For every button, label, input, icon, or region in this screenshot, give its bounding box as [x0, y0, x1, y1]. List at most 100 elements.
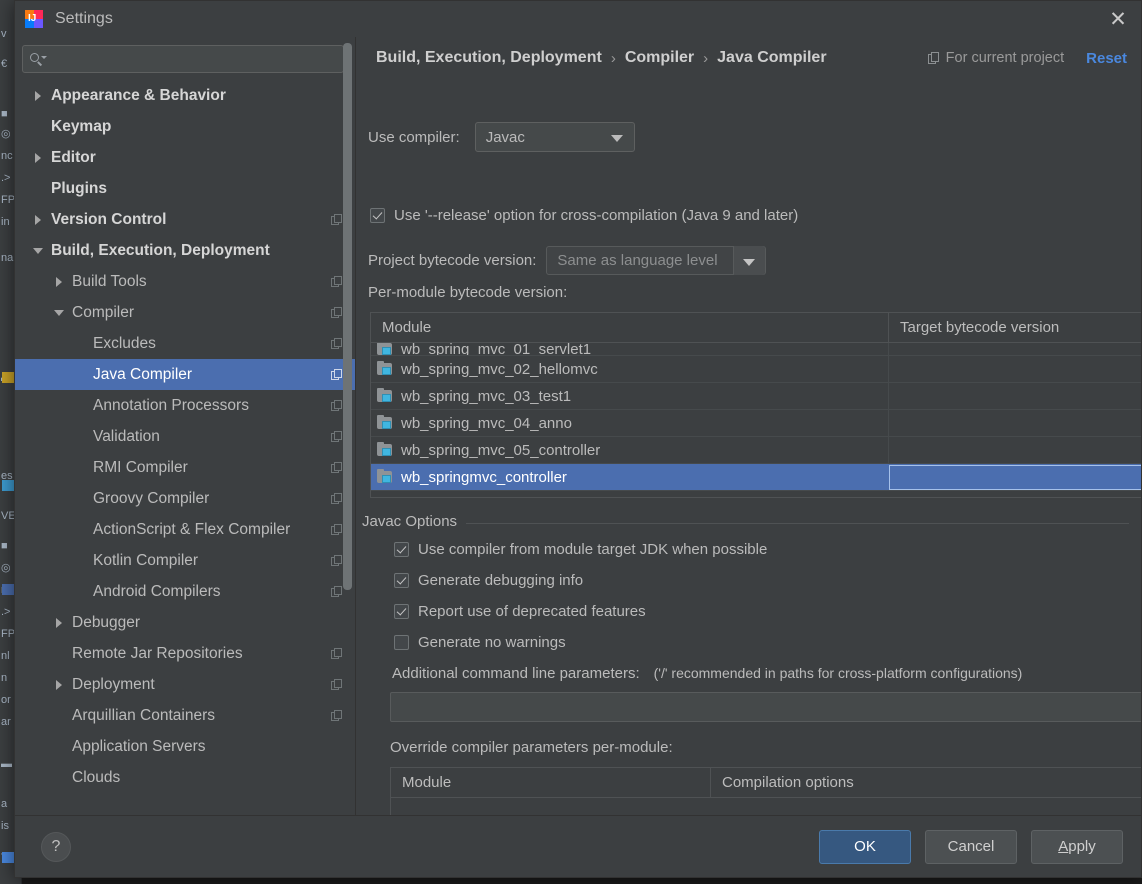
breadcrumb-item[interactable]: Build, Execution, Deployment [376, 49, 602, 67]
search-input[interactable] [45, 50, 337, 68]
content-header: Build, Execution, Deployment › Compiler › Ja… [356, 37, 1141, 79]
sidebar-item-label: Deployment [72, 675, 155, 693]
sidebar-item-label: Debugger [72, 613, 141, 631]
column-header-override-module[interactable]: Module [391, 768, 711, 797]
sidebar-item-debugger[interactable]: Debugger [15, 607, 355, 638]
settings-tree[interactable]: Appearance & Behavior Keymap Editor Plugins… [15, 79, 355, 815]
module-folder-icon [377, 442, 394, 457]
javac-option-row[interactable]: Report use of deprecated features [394, 603, 646, 620]
module-name: wb_spring_mvc_01_servlet1 [401, 343, 592, 356]
target-bytecode-version-cell[interactable]: 1.5 [889, 356, 1141, 382]
table-row[interactable]: wb_spring_mvc_01_servlet1 1.5 [371, 343, 1141, 356]
javac-option-row[interactable]: Generate debugging info [394, 572, 583, 589]
sidebar-item-build-tools[interactable]: Build Tools [15, 266, 355, 297]
javac-option-label: Use compiler from module target JDK when… [418, 541, 768, 558]
target-bytecode-version-cell[interactable]: 1.5 [889, 410, 1141, 436]
chevron-right-icon[interactable] [52, 677, 68, 693]
copy-badge-icon [331, 213, 343, 226]
apply-button[interactable]: Apply [1031, 829, 1123, 864]
target-bytecode-version-cell[interactable]: 1.5 [889, 437, 1141, 463]
sidebar-item-arquillian-containers[interactable]: Arquillian Containers [15, 700, 355, 731]
sidebar-item-build-execution-deployment[interactable]: Build, Execution, Deployment [15, 235, 355, 266]
sidebar-item-groovy-compiler[interactable]: Groovy Compiler [15, 483, 355, 514]
project-bytecode-dropdown[interactable]: Same as language level [546, 246, 767, 275]
chevron-down-icon [743, 258, 756, 266]
copy-badge-icon [331, 399, 343, 412]
sidebar-item-label: Appearance & Behavior [51, 86, 226, 104]
copy-badge-icon [331, 430, 343, 443]
sidebar-item-application-servers[interactable]: Application Servers [15, 731, 355, 762]
chevron-right-icon[interactable] [31, 88, 47, 104]
table-row[interactable]: wb_spring_mvc_03_test1 1.5 [371, 383, 1141, 410]
chevron-right-icon[interactable] [52, 274, 68, 290]
table-row[interactable]: wb_spring_mvc_02_hellomvc 1.5 [371, 356, 1141, 383]
sidebar-item-remote-jar-repositories[interactable]: Remote Jar Repositories [15, 638, 355, 669]
breadcrumb-separator: › [610, 49, 616, 67]
sidebar-item-deployment[interactable]: Deployment [15, 669, 355, 700]
sidebar-item-excludes[interactable]: Excludes [15, 328, 355, 359]
chevron-down-icon[interactable] [31, 243, 47, 259]
override-table[interactable]: Module Compilation options Additional co… [390, 767, 1141, 815]
sidebar-item-java-compiler[interactable]: Java Compiler [15, 359, 355, 390]
javac-option-checkbox[interactable] [394, 635, 409, 650]
javac-option-checkbox[interactable] [394, 604, 409, 619]
release-option-checkbox[interactable] [370, 208, 385, 223]
close-icon[interactable]: ✕ [1095, 1, 1141, 37]
additional-params-label-row: Additional command line parameters: ('/'… [392, 665, 1022, 682]
module-table-body[interactable]: wb_spring_mvc_01_servlet11.5wb_spring_mv… [371, 343, 1141, 491]
chevron-right-icon[interactable] [52, 615, 68, 631]
breadcrumb-item: Java Compiler [717, 49, 827, 66]
column-header-compilation-options[interactable]: Compilation options [711, 768, 1141, 797]
use-compiler-dropdown[interactable]: Javac [474, 122, 635, 152]
chevron-right-icon[interactable] [31, 212, 47, 228]
javac-option-checkbox[interactable] [394, 542, 409, 557]
search-box[interactable] [22, 45, 344, 73]
sidebar-item-android-compilers[interactable]: Android Compilers [15, 576, 355, 607]
target-bytecode-version-cell[interactable]: 1.5 [889, 383, 1141, 409]
sidebar-item-label: Build, Execution, Deployment [51, 241, 270, 259]
additional-params-input[interactable]: ↗ [390, 692, 1141, 722]
additional-params-hint: ('/' recommended in paths for cross-plat… [653, 665, 1023, 681]
sidebar-item-rmi-compiler[interactable]: RMI Compiler [15, 452, 355, 483]
module-folder-icon [377, 361, 394, 376]
module-name: wb_spring_mvc_03_test1 [401, 387, 572, 405]
sidebar-item-plugins[interactable]: Plugins [15, 173, 355, 204]
target-bytecode-version-cell[interactable]: 1.5 [889, 343, 1141, 355]
sidebar-item-editor[interactable]: Editor [15, 142, 355, 173]
table-row[interactable]: wb_springmvc_controller 11 [371, 464, 1141, 491]
sidebar-scrollbar[interactable] [343, 43, 352, 590]
table-row[interactable]: wb_spring_mvc_05_controller 1.5 [371, 437, 1141, 464]
cancel-button[interactable]: Cancel [925, 829, 1017, 864]
sidebar-item-actionscript-flex-compiler[interactable]: ActionScript & Flex Compiler [15, 514, 355, 545]
sidebar-item-label: Editor [51, 148, 96, 166]
module-table[interactable]: Module Target bytecode version wb_spring… [370, 312, 1141, 498]
breadcrumb-item[interactable]: Compiler [625, 49, 694, 67]
sidebar-item-version-control[interactable]: Version Control [15, 204, 355, 235]
column-header-target-bytecode-version[interactable]: Target bytecode version [889, 313, 1141, 342]
target-bytecode-version-cell[interactable]: 11 [889, 464, 1141, 490]
javac-option-row[interactable]: Use compiler from module target JDK when… [394, 541, 767, 558]
chevron-down-icon [610, 135, 623, 142]
chevron-down-icon[interactable] [52, 305, 68, 321]
dialog-titlebar: IJ Settings ✕ [15, 1, 1141, 37]
sidebar-item-keymap[interactable]: Keymap [15, 111, 355, 142]
javac-option-row[interactable]: Generate no warnings [394, 634, 566, 651]
sidebar-item-annotation-processors[interactable]: Annotation Processors [15, 390, 355, 421]
sidebar-item-appearance-behavior[interactable]: Appearance & Behavior [15, 80, 355, 111]
release-option-row[interactable]: Use '--release' option for cross-compila… [370, 207, 798, 224]
module-name: wb_springmvc_controller [401, 468, 567, 486]
sidebar-item-kotlin-compiler[interactable]: Kotlin Compiler [15, 545, 355, 576]
sidebar-item-clouds[interactable]: Clouds [15, 762, 355, 793]
sidebar-item-compiler[interactable]: Compiler [15, 297, 355, 328]
dialog-body: Appearance & Behavior Keymap Editor Plugins… [15, 37, 1141, 815]
ok-button[interactable]: OK [819, 829, 911, 864]
column-header-module[interactable]: Module [371, 313, 889, 342]
help-button[interactable]: ? [41, 831, 71, 862]
reset-link[interactable]: Reset [1086, 50, 1127, 67]
module-folder-icon [377, 388, 394, 403]
sidebar-item-validation[interactable]: Validation [15, 421, 355, 452]
table-row[interactable]: wb_spring_mvc_04_anno 1.5 [371, 410, 1141, 437]
javac-option-checkbox[interactable] [394, 573, 409, 588]
chevron-right-icon[interactable] [31, 150, 47, 166]
